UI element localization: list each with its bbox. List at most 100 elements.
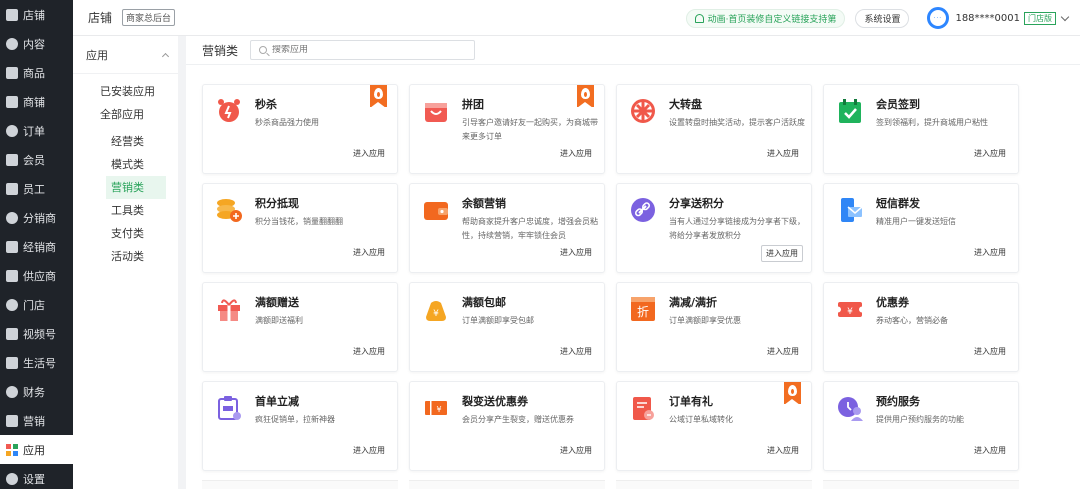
app-card[interactable]: 积分抵现 积分当钱花，销量翻翻翻 进入应用 (202, 183, 398, 273)
app-card-title: 订单有礼 (669, 395, 713, 408)
app-card[interactable]: 余额营销帮助商家提升客户忠诚度，增强会员粘性，持续营销，牢牢锁住会员进入应用 (409, 183, 605, 273)
nav-item-label: 财务 (23, 385, 45, 399)
enter-app-button[interactable]: 进入应用 (761, 245, 803, 262)
app-card-desc: 引导客户邀请好友一起购买，为商城带来更多订单 (462, 118, 598, 141)
nav-item[interactable]: 应用 (0, 435, 73, 464)
nav-item-label: 订单 (23, 124, 45, 138)
app-card-title: 秒杀 (255, 98, 277, 111)
app-card[interactable]: 首单立减 疯狂促销单，拉新神器 进入应用 (202, 381, 398, 471)
app-sidebar-header[interactable]: 应用 (73, 36, 178, 74)
sidebar-sub-mode[interactable]: 模式类 (73, 153, 178, 176)
app-card-partial (616, 480, 812, 489)
app-card[interactable]: 秒杀 秒杀商品强力使用 进入应用 (202, 84, 398, 174)
shopping-bag-icon (422, 97, 450, 125)
nav-item[interactable]: 设置 (0, 464, 73, 489)
app-sidebar: 应用 已安装应用 全部应用 经营类 模式类 营销类 工具类 支付类 活动类 (73, 36, 178, 489)
nav-item[interactable]: 营销 (0, 406, 73, 435)
app-card[interactable]: 短信群发 精准用户一键发送短信 进入应用 (823, 183, 1019, 273)
sidebar-item-all-apps[interactable]: 全部应用 (73, 103, 178, 126)
hot-flag-icon (784, 382, 801, 405)
top-header: 店铺 商家总后台 动画·首页装修自定义链接支持第 系统设置 ··· 188***… (73, 0, 1080, 36)
nav-item[interactable]: 店铺 (0, 0, 73, 29)
app-card-title: 满额赠送 (255, 296, 299, 309)
nav-item[interactable]: 商铺 (0, 87, 73, 116)
sidebar-sub-payment[interactable]: 支付类 (73, 222, 178, 245)
nav-item[interactable]: 生活号 (0, 348, 73, 377)
app-card[interactable]: ¥ 优惠券 券动客心，营销必备 进入应用 (823, 282, 1019, 372)
enter-app-button[interactable]: 进入应用 (974, 247, 1006, 258)
nav-item[interactable]: 供应商 (0, 261, 73, 290)
order-icon (6, 124, 18, 137)
enter-app-button[interactable]: 进入应用 (353, 148, 385, 159)
nav-item-label: 门店 (23, 298, 45, 312)
supplier-icon (6, 269, 18, 282)
main-nav: 店铺 内容 商品商铺订单会员员工 分销商经销商供应商门店视频号 生活号财务营销 应用 设置 (0, 0, 73, 489)
nav-item-label: 商铺 (23, 95, 45, 109)
header-title: 店铺 (88, 11, 113, 25)
hot-flag-icon (370, 85, 387, 108)
header-tag[interactable]: 商家总后台 (122, 9, 176, 26)
alarm-clock-icon (215, 97, 243, 125)
enter-app-button[interactable]: 进入应用 (560, 445, 592, 456)
category-title: 营销类 (202, 43, 239, 58)
app-card-desc: 帮助商家提升客户忠诚度，增强会员粘性，持续营销，牢牢锁住会员 (462, 217, 598, 240)
enter-app-button[interactable]: 进入应用 (767, 445, 799, 456)
nav-item[interactable]: 内容 (0, 29, 73, 58)
enter-app-button[interactable]: 进入应用 (560, 247, 592, 258)
enter-app-button[interactable]: 进入应用 (974, 148, 1006, 159)
system-settings-button[interactable]: 系统设置 (855, 8, 910, 28)
app-card[interactable]: 预约服务 提供用户预约服务的功能 进入应用 (823, 381, 1019, 471)
appointment-icon (836, 394, 864, 422)
search-input[interactable] (272, 45, 463, 55)
app-card[interactable]: 订单有礼 公域订单私域转化 进入应用 (616, 381, 812, 471)
nav-item[interactable]: 财务 (0, 377, 73, 406)
app-card[interactable]: ¥ 裂变送优惠券 会员分享产生裂变，赠送优惠券 进入应用 (409, 381, 605, 471)
nav-item-label: 会员 (23, 153, 45, 167)
enter-app-button[interactable]: 进入应用 (974, 445, 1006, 456)
nav-item[interactable]: 会员 (0, 145, 73, 174)
enter-app-button[interactable]: 进入应用 (353, 346, 385, 357)
nav-item[interactable]: 分销商 (0, 203, 73, 232)
home-icon (6, 8, 18, 21)
order-gift-icon (629, 394, 657, 422)
enter-app-button[interactable]: 进入应用 (974, 346, 1006, 357)
app-card[interactable]: 拼团引导客户邀请好友一起购买，为商城带来更多订单进入应用 (409, 84, 605, 174)
app-card[interactable]: 满额赠送 满额即送福利 进入应用 (202, 282, 398, 372)
app-card-title: 拼团 (462, 98, 484, 111)
app-card[interactable]: 折 满减/满折 订单满额即享受优惠 进入应用 (616, 282, 812, 372)
nav-item[interactable]: 员工 (0, 174, 73, 203)
search-box[interactable] (250, 40, 476, 60)
app-card[interactable]: 分享送积分 当有人通过分享链接成为分享者下级，将给分享者发放积分 进入应用 (616, 183, 812, 273)
app-card[interactable]: 大转盘 设置转盘时抽奖活动，提示客户活跃度 进入应用 (616, 84, 812, 174)
user-phone[interactable]: 188****0001 (955, 13, 1020, 24)
enter-app-button[interactable]: 进入应用 (767, 148, 799, 159)
enter-app-button[interactable]: 进入应用 (353, 247, 385, 258)
sidebar-sub-business[interactable]: 经营类 (73, 130, 178, 153)
sidebar-sub-marketing[interactable]: 营销类 (106, 176, 166, 199)
enter-app-button[interactable]: 进入应用 (560, 148, 592, 159)
app-card[interactable]: ¥ 满额包邮 订单满额即享受包邮 进入应用 (409, 282, 605, 372)
nav-item[interactable]: 商品 (0, 58, 73, 87)
nav-item[interactable]: 视频号 (0, 319, 73, 348)
app-card[interactable]: 会员签到 签到领福利，提升商城用户粘性 进入应用 (823, 84, 1019, 174)
nav-item[interactable]: 订单 (0, 116, 73, 145)
enter-app-button[interactable]: 进入应用 (767, 346, 799, 357)
nav-item[interactable]: 门店 (0, 290, 73, 319)
notice-banner[interactable]: 动画·首页装修自定义链接支持第 (685, 8, 846, 28)
enter-app-button[interactable]: 进入应用 (353, 445, 385, 456)
enter-app-button[interactable]: 进入应用 (560, 346, 592, 357)
chevron-down-icon[interactable] (1060, 12, 1070, 21)
nav-item-label: 经销商 (23, 240, 56, 254)
sidebar-item-installed[interactable]: 已安装应用 (73, 80, 178, 103)
member-icon (6, 153, 18, 166)
avatar[interactable]: ··· (927, 7, 950, 29)
main-content: 营销类 秒杀秒杀商品强力使用进入应用拼团引导客户邀请好友一起购买，为商城带来更多… (186, 36, 1080, 489)
nav-item[interactable]: 经销商 (0, 232, 73, 261)
app-card-desc: 券动客心，营销必备 (876, 316, 948, 325)
apps-icon (6, 443, 18, 456)
app-card-title: 余额营销 (462, 197, 506, 210)
sidebar-sub-tools[interactable]: 工具类 (73, 199, 178, 222)
app-card-desc: 积分当钱花，销量翻翻翻 (255, 217, 343, 226)
nav-item-label: 供应商 (23, 269, 56, 283)
sidebar-sub-activity[interactable]: 活动类 (73, 245, 178, 268)
